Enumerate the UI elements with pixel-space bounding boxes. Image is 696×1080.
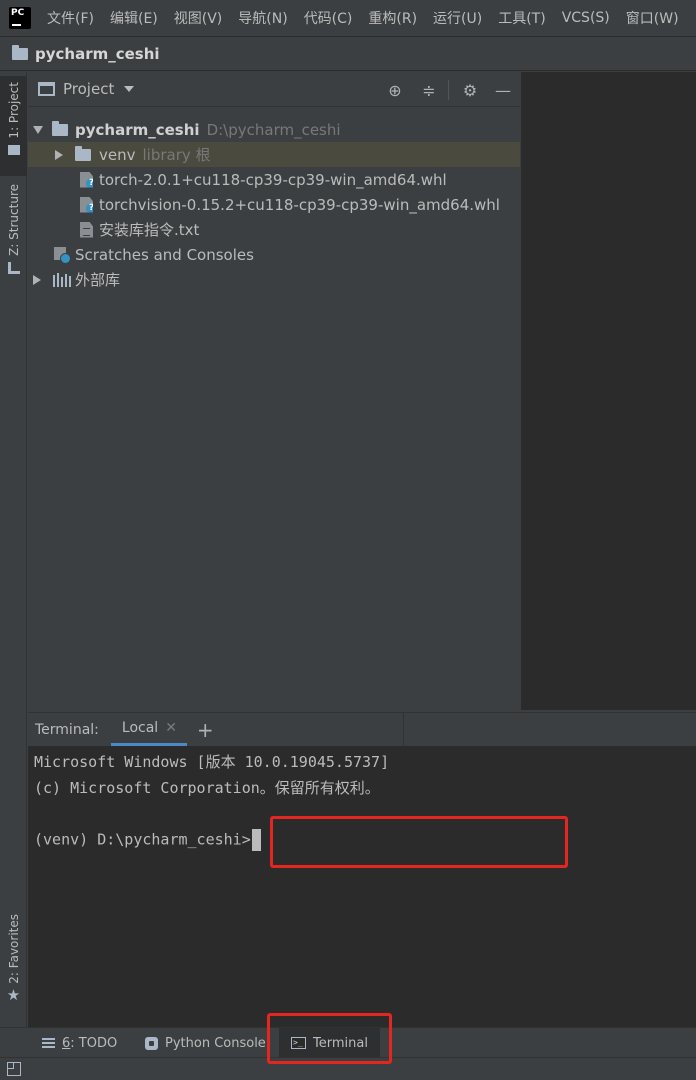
terminal-line: Microsoft Windows [版本 10.0.19045.5737] [34, 753, 390, 771]
file-name: torch-2.0.1+cu118-cp39-cp39-win_amd64.wh… [99, 170, 447, 189]
menu-view[interactable]: 视图(V) [166, 8, 231, 28]
python-icon [145, 1036, 158, 1050]
tree-row-external-libraries[interactable]: 外部库 [28, 267, 520, 292]
pycharm-logo-icon: PC [7, 5, 33, 31]
highlight-box-terminal-tab [267, 1013, 392, 1064]
structure-tool-tab[interactable]: Z: Structure [0, 184, 27, 284]
tree-row-txt[interactable]: 安装库指令.txt [28, 217, 520, 242]
toggle-tool-windows-icon[interactable] [7, 1062, 21, 1076]
terminal-prompt-line[interactable]: (venv) D:\pycharm_ceshi> [34, 829, 261, 851]
todo-tool-tab[interactable]: 6: TODO [42, 1028, 117, 1058]
project-view-selector[interactable]: Project [63, 80, 114, 98]
chevron-down-icon[interactable] [124, 86, 135, 92]
star-icon: ★ [6, 985, 21, 1004]
external-libraries-label: 外部库 [75, 271, 121, 289]
tree-row-torchvision-whl[interactable]: ? torchvision-0.15.2+cu118-cp39-cp39-win… [28, 192, 520, 217]
favorites-tool-tab[interactable]: 2: Favorites ★ [0, 914, 27, 1014]
project-panel-header: Project ⊕ ≑ ⚙ — [28, 72, 520, 107]
navigation-bar: pycharm_ceshi [0, 37, 696, 71]
root-folder-path: D:\pycharm_ceshi [206, 120, 341, 139]
menu-file[interactable]: 文件(F) [39, 8, 102, 28]
window-icon [38, 82, 55, 96]
python-console-tool-tab[interactable]: Python Console [145, 1028, 266, 1058]
gear-icon[interactable]: ⚙ [460, 80, 480, 100]
terminal-prompt: (venv) D:\pycharm_ceshi> [34, 830, 251, 849]
tree-row-torch-whl[interactable]: ? torch-2.0.1+cu118-cp39-cp39-win_amd64.… [28, 167, 520, 192]
menu-run[interactable]: 运行(U) [425, 8, 490, 28]
minimize-icon[interactable]: — [493, 80, 513, 100]
close-icon[interactable]: ✕ [165, 720, 177, 736]
favorites-tool-tab-label: 2: Favorites [6, 914, 21, 984]
expand-arrow-icon[interactable] [55, 149, 63, 160]
project-tool-window: Project ⊕ ≑ ⚙ — pycharm_ceshi D:\pycharm… [28, 72, 520, 710]
venv-folder-name: venv [99, 145, 136, 164]
project-tool-tab[interactable]: 1: Project [0, 76, 27, 176]
todo-tab-label: : TODO [70, 1035, 118, 1051]
menu-bar: PC 文件(F) 编辑(E) 视图(V) 导航(N) 代码(C) 重构(R) 运… [0, 0, 696, 37]
python-console-tab-label: Python Console [165, 1035, 266, 1051]
structure-tool-tab-label: Z: Structure [6, 184, 21, 256]
structure-icon [7, 261, 20, 274]
header-divider [448, 80, 449, 100]
folder-icon [7, 144, 20, 155]
left-tool-strip: 1: Project Z: Structure 2: Favorites ★ [0, 72, 27, 1027]
file-name: torchvision-0.15.2+cu118-cp39-cp39-win_a… [99, 195, 500, 214]
file-name: 安装库指令.txt [99, 221, 200, 239]
terminal-cursor [251, 829, 261, 851]
breadcrumb-project[interactable]: pycharm_ceshi [35, 45, 160, 63]
scratches-icon [54, 246, 71, 264]
highlight-box-prompt [270, 816, 568, 868]
menu-vcs[interactable]: VCS(S) [554, 10, 618, 26]
terminal-line: (c) Microsoft Corporation。保留所有权利。 [34, 779, 380, 797]
menu-edit[interactable]: 编辑(E) [102, 8, 166, 28]
terminal-header: Terminal: Local ✕ + [28, 712, 696, 747]
locate-icon[interactable]: ⊕ [385, 80, 405, 100]
text-file-icon [80, 221, 93, 238]
venv-library-root-hint: library 根 [142, 146, 211, 164]
expand-arrow-icon[interactable] [33, 274, 41, 285]
scratches-label: Scratches and Consoles [75, 245, 254, 264]
terminal-tab-local[interactable]: Local ✕ [110, 713, 187, 746]
unknown-file-icon: ? [80, 196, 93, 213]
unknown-file-icon: ? [80, 171, 93, 188]
terminal-output[interactable]: Microsoft Windows [版本 10.0.19045.5737] (… [28, 746, 696, 1027]
header-divider [403, 713, 404, 747]
folder-icon [52, 120, 68, 136]
menu-tools[interactable]: 工具(T) [490, 8, 553, 28]
menu-window[interactable]: 窗口(W) [618, 8, 687, 28]
editor-area[interactable] [521, 72, 696, 710]
folder-icon [12, 44, 28, 60]
menu-refactor[interactable]: 重构(R) [360, 8, 425, 28]
expand-arrow-icon[interactable] [33, 125, 43, 134]
list-icon [42, 1038, 55, 1048]
library-icon [53, 272, 71, 287]
tree-row-venv[interactable]: venv library 根 [28, 142, 520, 167]
project-tool-tab-label: 1: Project [6, 82, 21, 139]
add-tab-icon[interactable]: + [187, 713, 224, 746]
menu-navigate[interactable]: 导航(N) [230, 8, 295, 28]
terminal-tab-label: Local [121, 720, 159, 736]
root-folder-name: pycharm_ceshi [75, 120, 200, 139]
todo-tab-number: 6 [62, 1035, 71, 1051]
folder-icon [75, 145, 91, 161]
tree-row-root[interactable]: pycharm_ceshi D:\pycharm_ceshi [28, 117, 520, 142]
tree-row-scratches[interactable]: Scratches and Consoles [28, 242, 520, 267]
menu-code[interactable]: 代码(C) [296, 8, 361, 28]
collapse-all-icon[interactable]: ≑ [419, 80, 439, 100]
terminal-title: Terminal: [35, 721, 99, 738]
